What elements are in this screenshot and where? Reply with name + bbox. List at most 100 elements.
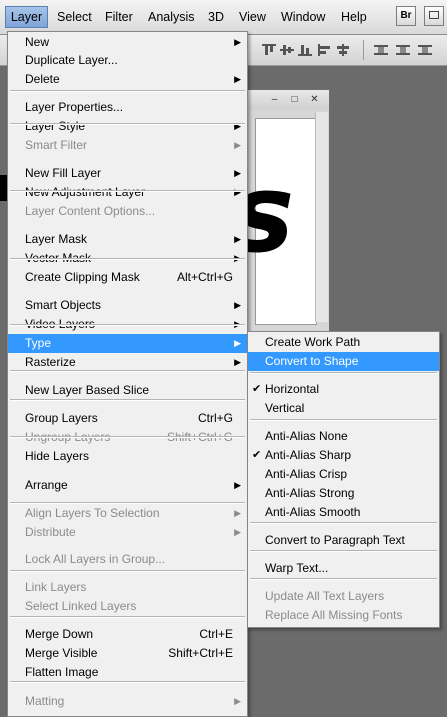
menu-item-label: Anti-Alias Sharp: [265, 448, 352, 462]
maximize-icon[interactable]: □: [289, 94, 300, 105]
menu-item-layer-style[interactable]: Layer Style ▶: [8, 117, 247, 136]
submenu-arrow-icon: ▶: [234, 696, 241, 706]
menu-item-delete[interactable]: Delete ▶: [8, 70, 247, 89]
type-menu-item-anti-alias-crisp[interactable]: Anti-Alias Crisp: [248, 465, 439, 484]
menu-item-flatten-image[interactable]: Flatten Image: [8, 663, 247, 682]
menu-item-new-layer-based-slice[interactable]: New Layer Based Slice: [8, 381, 247, 400]
align-vcenter-icon[interactable]: [280, 44, 294, 56]
menu-item-label: Layer Style: [25, 119, 86, 133]
menu-item-label: Merge Down: [25, 627, 94, 641]
menu-item-smart-objects[interactable]: Smart Objects ▶: [8, 296, 247, 315]
menu-item-duplicate-layer[interactable]: Duplicate Layer...: [8, 51, 247, 70]
type-menu-item-update-all-text-layers: Update All Text Layers: [248, 587, 439, 606]
align-hcenter-icon[interactable]: [336, 44, 350, 56]
menu-item-label: Type: [25, 336, 52, 350]
distribute-bottom-icon[interactable]: [418, 44, 432, 56]
menu-item-merge-visible[interactable]: Merge Visible Shift+Ctrl+E: [8, 644, 247, 663]
type-menu-item-anti-alias-none[interactable]: Anti-Alias None: [248, 427, 439, 446]
menu-help[interactable]: Help: [341, 10, 367, 24]
menu-item-label: Flatten Image: [25, 665, 99, 679]
menu-item-label: Horizontal: [265, 382, 320, 396]
menu-item-label: Group Layers: [25, 411, 98, 425]
menu-item-arrange[interactable]: Arrange ▶: [8, 476, 247, 495]
menu-item-label: New Adjustment Layer: [25, 185, 146, 199]
type-menu-item-replace-all-missing-fonts: Replace All Missing Fonts: [248, 606, 439, 625]
layer-menu: New ▶ Duplicate Layer... Delete ▶ Layer Prope…: [7, 31, 248, 717]
menu-item-label: Delete: [25, 72, 60, 86]
menu-item-hide-layers[interactable]: Hide Layers: [8, 447, 247, 466]
minimize-icon[interactable]: –: [269, 94, 280, 105]
submenu-arrow-icon: ▶: [234, 234, 241, 244]
type-menu-item-anti-alias-sharp[interactable]: ✔ Anti-Alias Sharp: [248, 446, 439, 465]
mini-bridge-icon: [429, 11, 439, 19]
align-bottom-icon[interactable]: [298, 44, 312, 56]
menu-item-type[interactable]: Type ▶: [8, 334, 247, 353]
menu-separator: [10, 258, 245, 260]
menu-separator: [250, 522, 437, 524]
align-left-icon[interactable]: [318, 44, 332, 56]
close-icon[interactable]: ✕: [309, 94, 320, 105]
menu-item-label: Replace All Missing Fonts: [265, 608, 403, 622]
menu-item-label: Arrange: [25, 478, 68, 492]
menu-item-new-adjustment-layer[interactable]: New Adjustment Layer ▶: [8, 183, 247, 202]
type-menu-item-warp-text[interactable]: Warp Text...: [248, 559, 439, 578]
menu-separator: [10, 616, 245, 618]
menu-window[interactable]: Window: [281, 10, 325, 24]
menu-item-label: Warp Text...: [265, 561, 329, 575]
type-menu-item-vertical[interactable]: Vertical: [248, 399, 439, 418]
mini-bridge-button[interactable]: [424, 6, 444, 26]
menu-separator: [10, 502, 245, 504]
menu-separator: [250, 578, 437, 580]
menu-item-label: Smart Objects: [25, 298, 102, 312]
menu-3d[interactable]: 3D: [208, 10, 224, 24]
menu-filter[interactable]: Filter: [105, 10, 133, 24]
menu-select[interactable]: Select: [57, 10, 92, 24]
type-menu-item-convert-to-shape[interactable]: Convert to Shape: [248, 352, 439, 371]
submenu-arrow-icon: ▶: [234, 508, 241, 518]
type-menu-item-create-work-path[interactable]: Create Work Path: [248, 333, 439, 352]
menu-item-label: Align Layers To Selection: [25, 506, 160, 520]
menu-item-shortcut: Shift+Ctrl+E: [168, 646, 233, 660]
distribute-vcenter-icon[interactable]: [396, 44, 410, 56]
type-menu-item-horizontal[interactable]: ✔ Horizontal: [248, 380, 439, 399]
submenu-arrow-icon: ▶: [234, 168, 241, 178]
distribute-top-icon[interactable]: [374, 44, 388, 56]
menu-item-label: Hide Layers: [25, 449, 90, 463]
options-divider: [363, 40, 364, 60]
type-menu-item-anti-alias-strong[interactable]: Anti-Alias Strong: [248, 484, 439, 503]
menu-view[interactable]: View: [239, 10, 266, 24]
menu-item-merge-down[interactable]: Merge Down Ctrl+E: [8, 625, 247, 644]
menu-item-layer-mask[interactable]: Layer Mask ▶: [8, 230, 247, 249]
vertical-scrollbar[interactable]: [315, 112, 328, 322]
menu-item-shortcut: Ctrl+G: [197, 411, 233, 425]
menu-item-new[interactable]: New ▶: [8, 33, 247, 52]
menu-item-label: Anti-Alias None: [265, 429, 348, 443]
menu-analysis[interactable]: Analysis: [148, 10, 195, 24]
type-menu-item-convert-to-paragraph-text[interactable]: Convert to Paragraph Text: [248, 531, 439, 550]
menu-item-distribute: Distribute ▶: [8, 523, 247, 542]
menu-item-shortcut: Ctrl+E: [199, 627, 233, 641]
menu-item-label: Distribute: [25, 525, 76, 539]
menu-item-label: Matting: [25, 694, 65, 708]
menu-bar: Layer Select Filter Analysis 3D View Win…: [0, 0, 447, 35]
align-top-icon[interactable]: [262, 44, 276, 56]
menu-item-label: Layer Content Options...: [25, 204, 156, 218]
menu-item-create-clipping-mask[interactable]: Create Clipping Mask Alt+Ctrl+G: [8, 268, 247, 287]
submenu-arrow-icon: ▶: [234, 187, 241, 197]
bridge-button[interactable]: Br: [396, 6, 416, 26]
menu-item-label: Update All Text Layers: [265, 589, 385, 603]
submenu-arrow-icon: ▶: [234, 527, 241, 537]
type-menu-item-anti-alias-smooth[interactable]: Anti-Alias Smooth: [248, 503, 439, 522]
menu-layer[interactable]: Layer: [5, 6, 48, 28]
submenu-arrow-icon: ▶: [234, 480, 241, 490]
menu-item-group-layers[interactable]: Group Layers Ctrl+G: [8, 409, 247, 428]
checkmark-icon: ✔: [252, 449, 262, 461]
document-titlebar[interactable]: – □ ✕: [247, 90, 329, 110]
menu-item-label: Anti-Alias Smooth: [265, 505, 361, 519]
menu-item-label: Anti-Alias Crisp: [265, 467, 348, 481]
menu-item-layer-properties[interactable]: Layer Properties...: [8, 98, 247, 117]
submenu-arrow-icon: ▶: [234, 37, 241, 47]
menu-item-label: Create Work Path: [265, 335, 361, 349]
menu-item-new-fill-layer[interactable]: New Fill Layer ▶: [8, 164, 247, 183]
menu-item-label: Convert to Shape: [265, 354, 359, 368]
